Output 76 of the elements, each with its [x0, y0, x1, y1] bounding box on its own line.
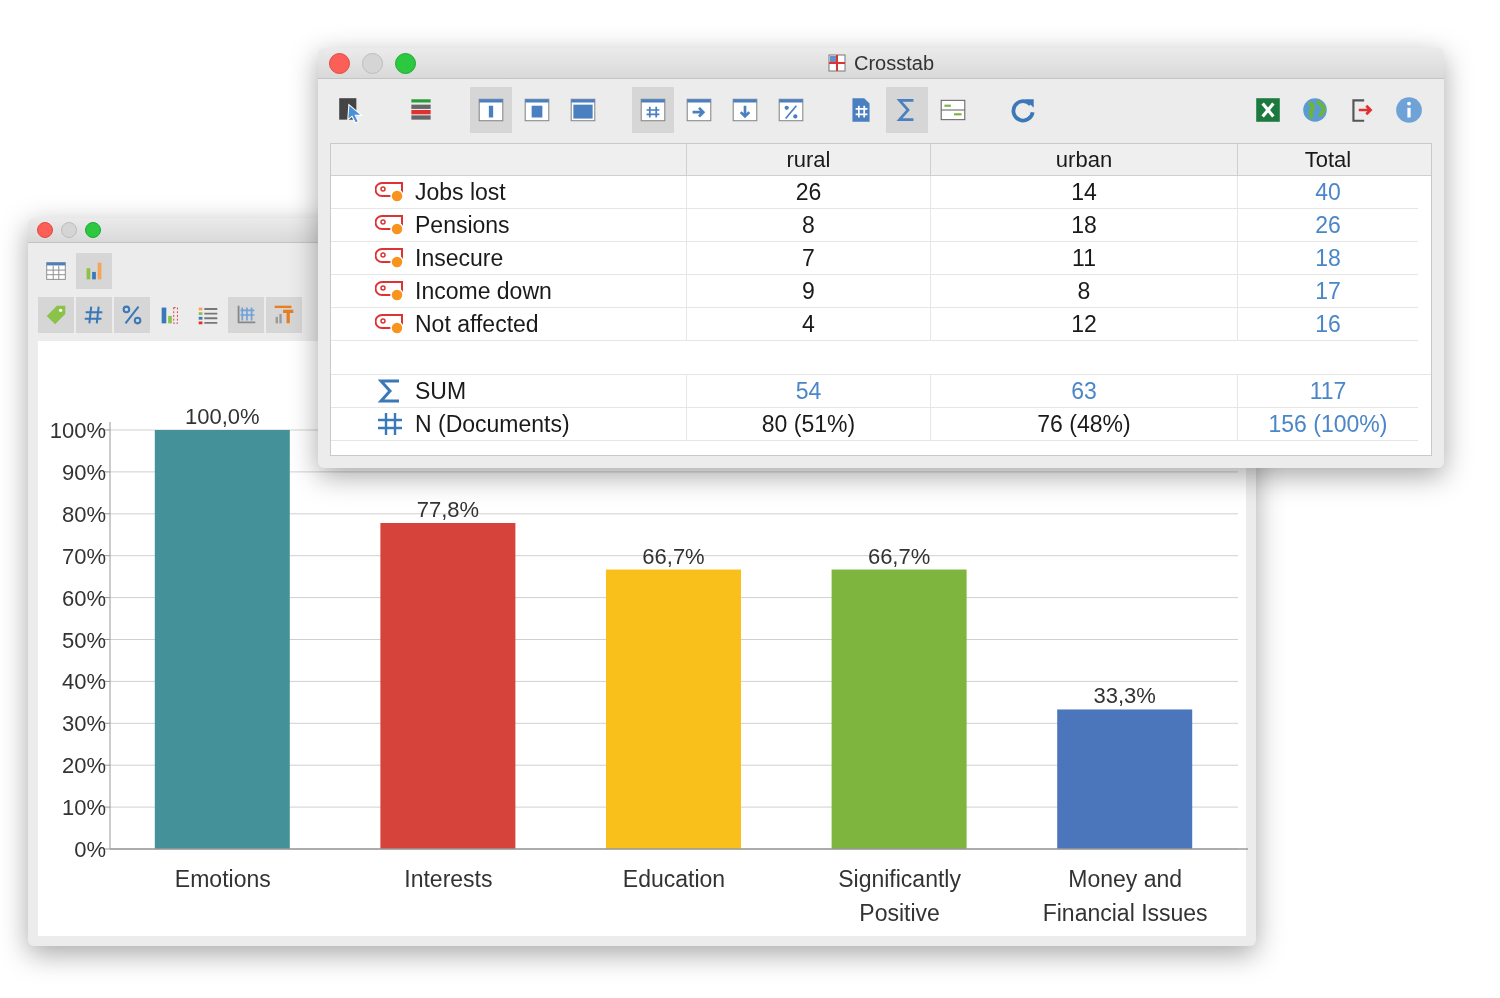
column-header: rural: [686, 144, 930, 175]
y-tick-label: 90%: [61, 459, 106, 485]
value-label: 66,7%: [642, 543, 705, 569]
table-cell: 18: [1071, 211, 1097, 239]
row-label: Not affected: [415, 310, 539, 338]
row-label: Income down: [415, 277, 552, 305]
sum-button[interactable]: [886, 87, 928, 133]
row-label: N (Documents): [415, 410, 570, 438]
chart-title-button[interactable]: [266, 297, 302, 333]
code-tag-icon: [375, 279, 405, 303]
y-tick-label: 30%: [61, 711, 106, 737]
spreadsheet-icon: [1253, 95, 1283, 125]
category-label: Significantly Positive: [837, 865, 962, 928]
y-tick-label: 0%: [74, 837, 106, 862]
row-label: SUM: [415, 377, 467, 405]
table-cell: 26: [1315, 211, 1341, 239]
crosstab-icon: [828, 54, 846, 72]
y-tick-label: 50%: [61, 627, 106, 653]
table-cell: 117: [1309, 377, 1347, 405]
table-cell: 80 (51%): [761, 410, 856, 438]
info-icon: [1394, 95, 1424, 125]
table-cell: 40: [1315, 178, 1341, 206]
table-cell: 26: [795, 178, 822, 206]
zoom-button[interactable]: [395, 52, 416, 74]
code-tag-icon: [375, 213, 405, 237]
y-tick-label: 10%: [61, 795, 106, 821]
grid-lines-button[interactable]: [228, 297, 264, 333]
table-cell: 8: [802, 211, 815, 239]
table-cell: 63: [1071, 377, 1097, 405]
hash-button[interactable]: [76, 297, 112, 333]
hash-icon: [375, 411, 405, 437]
y-tick-label: 40%: [61, 669, 106, 695]
globe-icon: [1300, 95, 1330, 125]
code-tag-icon: [375, 180, 405, 204]
value-label: 33,3%: [1093, 683, 1156, 709]
close-button[interactable]: [329, 52, 350, 74]
y-tick-label: 20%: [61, 753, 106, 779]
table-cell: 9: [802, 277, 815, 305]
row-label: Pensions: [415, 211, 510, 239]
value-label: 100,0%: [185, 404, 260, 429]
table-cell: 7: [802, 244, 815, 272]
row-label: Jobs lost: [415, 178, 506, 206]
bar-chart-button[interactable]: [76, 253, 112, 289]
window-title: Crosstab: [854, 51, 934, 75]
table-cell: 16: [1315, 310, 1341, 338]
y-tick-label: 60%: [61, 585, 106, 611]
category-label: Interests: [404, 865, 493, 894]
table-cell: 11: [1072, 244, 1096, 272]
value-label: 77,8%: [416, 497, 480, 522]
table-cell: 54: [795, 377, 822, 405]
table-cell: 14: [1071, 178, 1097, 206]
window-layout-button[interactable]: [470, 87, 512, 133]
column-header: urban: [930, 144, 1237, 175]
y-tick-label: 100%: [49, 418, 106, 443]
table-cell: 156 (100%): [1268, 410, 1388, 438]
category-label: Money and Financial Issues: [1041, 865, 1209, 928]
y-tick-label: 70%: [61, 543, 106, 569]
zoom-button[interactable]: [85, 222, 101, 238]
row-label: Insecure: [415, 244, 504, 272]
table-cell: 12: [1071, 310, 1097, 338]
code-tag-icon: [375, 312, 405, 336]
category-label: Emotions: [174, 865, 271, 894]
table-cell: 4: [802, 310, 815, 338]
window-hash-button[interactable]: [632, 87, 674, 133]
table-cell: 8: [1077, 277, 1091, 305]
category-label: Education: [622, 865, 726, 894]
select-arrow-icon: [336, 95, 366, 125]
table-cell: 76 (48%): [1037, 410, 1131, 438]
percent-button[interactable]: [114, 297, 150, 333]
y-tick-label: 80%: [61, 501, 106, 527]
code-tag-icon: [375, 246, 405, 270]
column-header: Total: [1237, 144, 1418, 175]
table-cell: 17: [1315, 277, 1341, 305]
table-cell: 18: [1315, 244, 1341, 272]
close-button[interactable]: [37, 222, 53, 238]
value-label: 66,7%: [867, 543, 931, 569]
